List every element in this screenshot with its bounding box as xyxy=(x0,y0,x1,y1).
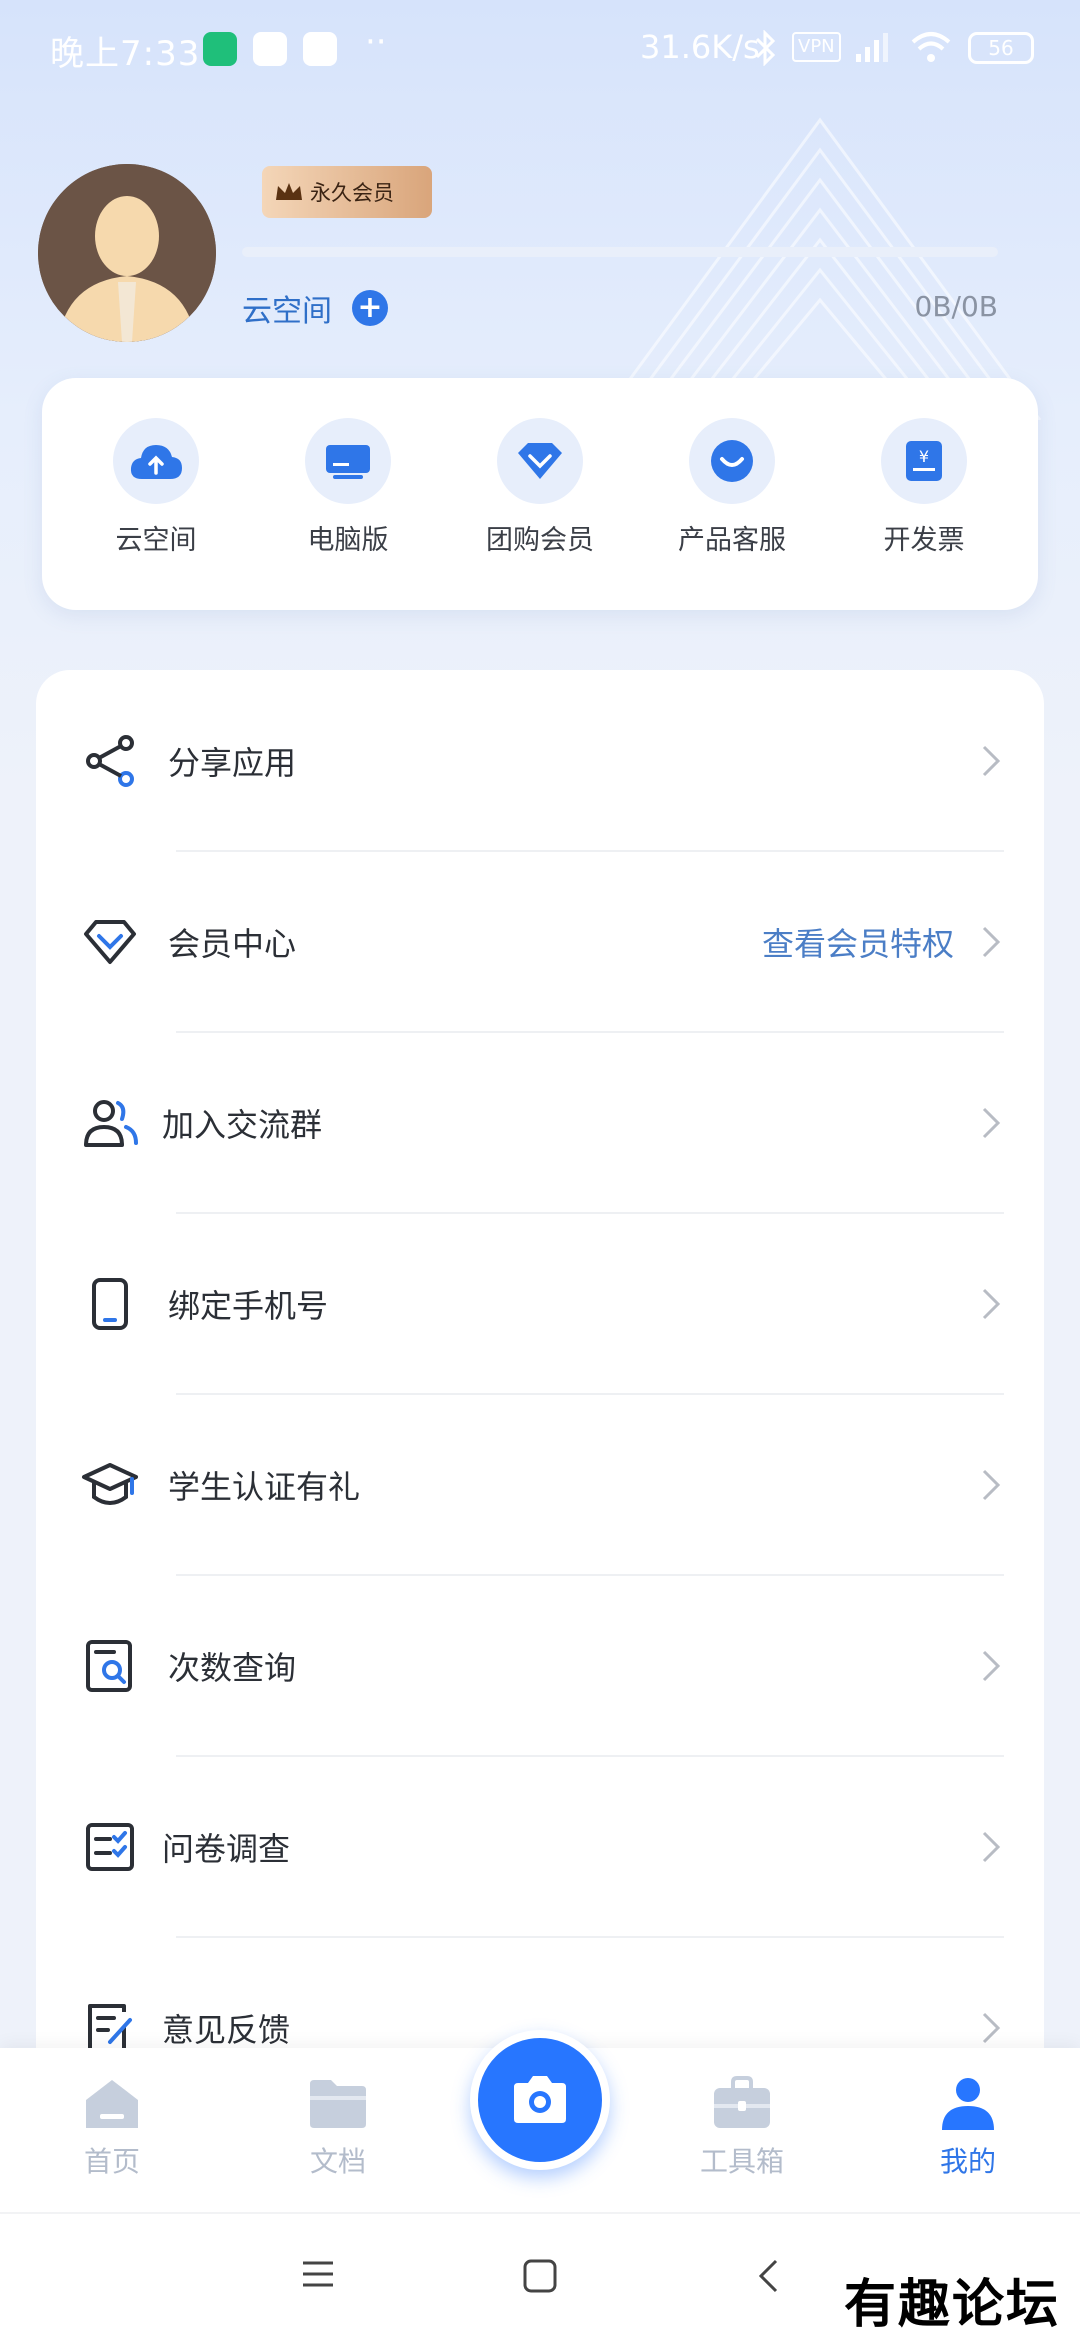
quick-action-invoice[interactable]: ¥ 开发票 xyxy=(834,418,1014,610)
bluetooth-icon xyxy=(754,29,776,70)
quick-action-label: 云空间 xyxy=(115,525,197,556)
vip-badge[interactable]: 永久会员 xyxy=(262,166,432,218)
nav-documents[interactable]: 文档 xyxy=(268,2074,408,2180)
menu-item-bind-phone[interactable]: 绑定手机号 xyxy=(36,1213,1044,1394)
wifi-icon xyxy=(910,30,952,68)
menu-label: 绑定手机号 xyxy=(168,1286,329,1325)
watermark: 有趣论坛 xyxy=(843,2274,1060,2335)
svg-text:¥: ¥ xyxy=(919,447,929,466)
status-bar: 晚上7:33 ·· 31.6K/s VPN 56 xyxy=(0,0,1080,96)
chevron-right-icon xyxy=(982,926,1001,957)
home-square-icon[interactable] xyxy=(522,2258,558,2294)
quick-action-cloud-space[interactable]: 云空间 xyxy=(66,418,246,610)
diamond-icon xyxy=(84,919,136,964)
storage-usage: 0B/0B xyxy=(914,290,998,323)
chevron-right-icon xyxy=(982,745,1001,776)
nav-toolbox[interactable]: 工具箱 xyxy=(672,2074,812,2180)
menu-item-share-app[interactable]: 分享应用 xyxy=(36,670,1044,851)
cloud-upload-icon xyxy=(113,418,199,504)
menu-item-join-group[interactable]: 加入交流群 xyxy=(36,1032,1044,1213)
add-storage-button[interactable]: + xyxy=(352,290,388,326)
phone-icon xyxy=(92,1277,128,1330)
crown-icon xyxy=(276,183,302,200)
quick-action-desktop[interactable]: 电脑版 xyxy=(258,418,438,610)
invoice-icon: ¥ xyxy=(881,418,967,504)
menu-icon[interactable] xyxy=(300,2258,336,2290)
quick-action-support[interactable]: 产品客服 xyxy=(642,418,822,610)
menu-label: 意见反馈 xyxy=(162,2010,291,2049)
chevron-right-icon xyxy=(982,1650,1001,1681)
menu-label: 分享应用 xyxy=(168,743,297,782)
quick-action-label: 团购会员 xyxy=(486,525,594,556)
cloud-app-icon xyxy=(303,32,337,66)
menu-item-student-verification[interactable]: 学生认证有礼 xyxy=(36,1394,1044,1575)
nav-label: 工具箱 xyxy=(699,2145,784,2178)
chevron-right-icon xyxy=(982,1831,1001,1862)
camera-button[interactable] xyxy=(470,2030,610,2170)
nav-label: 我的 xyxy=(939,2145,996,2178)
nav-mine[interactable]: 我的 xyxy=(898,2074,1038,2180)
storage-progress-bar xyxy=(242,247,998,257)
nav-label: 首页 xyxy=(83,2145,140,2178)
vip-badge-label: 永久会员 xyxy=(310,181,394,205)
menu-item-usage-query[interactable]: 次数查询 xyxy=(36,1575,1044,1756)
support-chat-icon xyxy=(689,418,775,504)
status-time: 晚上7:33 xyxy=(50,34,201,74)
cloud-space-label[interactable]: 云空间 xyxy=(242,286,332,330)
share-icon xyxy=(86,734,134,787)
network-speed: 31.6K/s xyxy=(640,28,760,66)
quick-action-label: 电脑版 xyxy=(307,525,389,556)
settings-menu: 分享应用 会员中心 查看会员特权 加入交流群 绑定手机号 学生认证有礼 次数查询… xyxy=(36,670,1044,2170)
back-icon[interactable] xyxy=(756,2258,780,2294)
folder-icon xyxy=(310,2080,366,2128)
menu-item-member-center[interactable]: 会员中心 查看会员特权 xyxy=(36,851,1044,1032)
more-notifications-icon: ·· xyxy=(365,22,387,62)
user-icon xyxy=(942,2078,994,2130)
chevron-right-icon xyxy=(982,2012,1001,2043)
chevron-right-icon xyxy=(982,1107,1001,1138)
app-notification-icon xyxy=(253,32,287,66)
vpn-icon: VPN xyxy=(792,32,841,62)
checklist-icon xyxy=(86,1822,134,1871)
quick-actions-card: 云空间 电脑版 团购会员 产品客服 ¥ 开发票 xyxy=(42,378,1038,610)
menu-label: 学生认证有礼 xyxy=(168,1467,361,1506)
chevron-right-icon xyxy=(982,1469,1001,1500)
nav-label: 文档 xyxy=(309,2145,366,2178)
group-icon xyxy=(84,1099,138,1147)
shield-app-icon xyxy=(203,32,237,66)
avatar[interactable] xyxy=(38,164,216,342)
view-member-privileges-link[interactable]: 查看会员特权 xyxy=(762,919,954,965)
quick-action-label: 开发票 xyxy=(883,525,965,556)
signal-icon xyxy=(854,30,890,68)
home-icon xyxy=(86,2080,138,2128)
menu-label: 次数查询 xyxy=(168,1648,297,1687)
nav-home[interactable]: 首页 xyxy=(42,2074,182,2180)
battery-icon: 56 xyxy=(968,32,1034,64)
menu-label: 会员中心 xyxy=(168,924,297,963)
quick-action-label: 产品客服 xyxy=(678,525,786,556)
menu-label: 加入交流群 xyxy=(162,1105,323,1144)
diamond-icon xyxy=(497,418,583,504)
cloud-space-row[interactable]: 云空间 + xyxy=(242,286,388,330)
menu-label: 问卷调查 xyxy=(162,1829,291,1868)
menu-item-survey[interactable]: 问卷调查 xyxy=(36,1756,1044,1937)
toolbox-icon xyxy=(714,2076,770,2128)
camera-icon xyxy=(514,2076,566,2123)
search-document-icon xyxy=(86,1639,132,1692)
monitor-icon xyxy=(305,418,391,504)
chevron-right-icon xyxy=(982,1288,1001,1319)
graduation-cap-icon xyxy=(82,1462,138,1505)
quick-action-group-membership[interactable]: 团购会员 xyxy=(450,418,630,610)
